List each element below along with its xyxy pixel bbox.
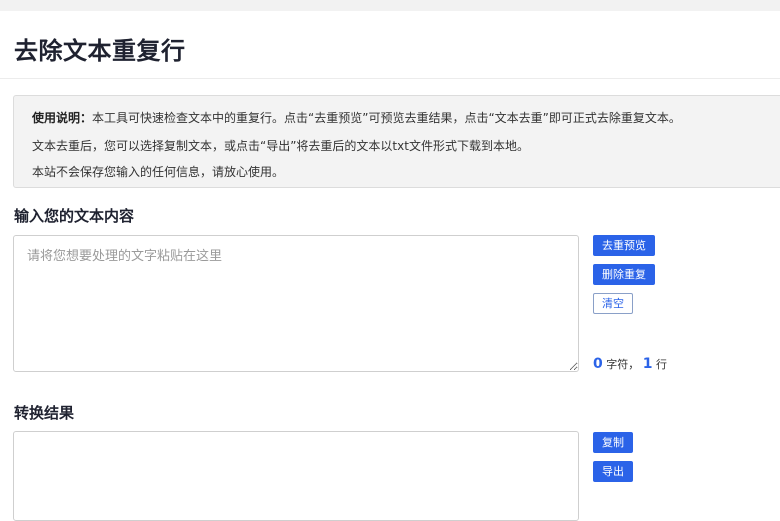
line-count-unit: 行 [656,358,667,371]
preview-dedupe-button[interactable]: 去重预览 [593,235,655,256]
line-count: 1 [642,356,653,372]
copy-button[interactable]: 复制 [593,432,633,453]
input-section-heading: 输入您的文本内容 [14,207,135,225]
info-text-1: 本工具可快速检查文本中的重复行。点击“去重预览”可预览去重结果，点击“文本去重”… [92,111,681,125]
result-section-heading: 转换结果 [14,404,75,422]
page-title: 去除文本重复行 [14,37,186,65]
text-input-area[interactable] [13,235,579,372]
title-divider [0,78,780,79]
info-line-1: 使用说明：本工具可快速检查文本中的重复行。点击“去重预览”可预览去重结果，点击“… [32,109,681,126]
text-counter: 0 字符， 1 行 [593,356,667,372]
clear-button[interactable]: 清空 [593,293,633,314]
info-label: 使用说明： [32,111,93,125]
remove-duplicates-button[interactable]: 删除重复 [593,264,655,285]
char-count-unit: 字符， [606,358,640,371]
top-strip [0,0,780,11]
result-text-area[interactable] [13,431,579,521]
usage-info-box: 使用说明：本工具可快速检查文本中的重复行。点击“去重预览”可预览去重结果，点击“… [13,95,780,188]
export-button[interactable]: 导出 [593,461,633,482]
char-count: 0 [593,356,603,372]
info-line-2: 文本去重后，您可以选择复制文本，或点击“导出”将去重后的文本以txt文件形式下载… [32,139,529,153]
info-line-3: 本站不会保存您输入的任何信息，请放心使用。 [32,165,285,179]
